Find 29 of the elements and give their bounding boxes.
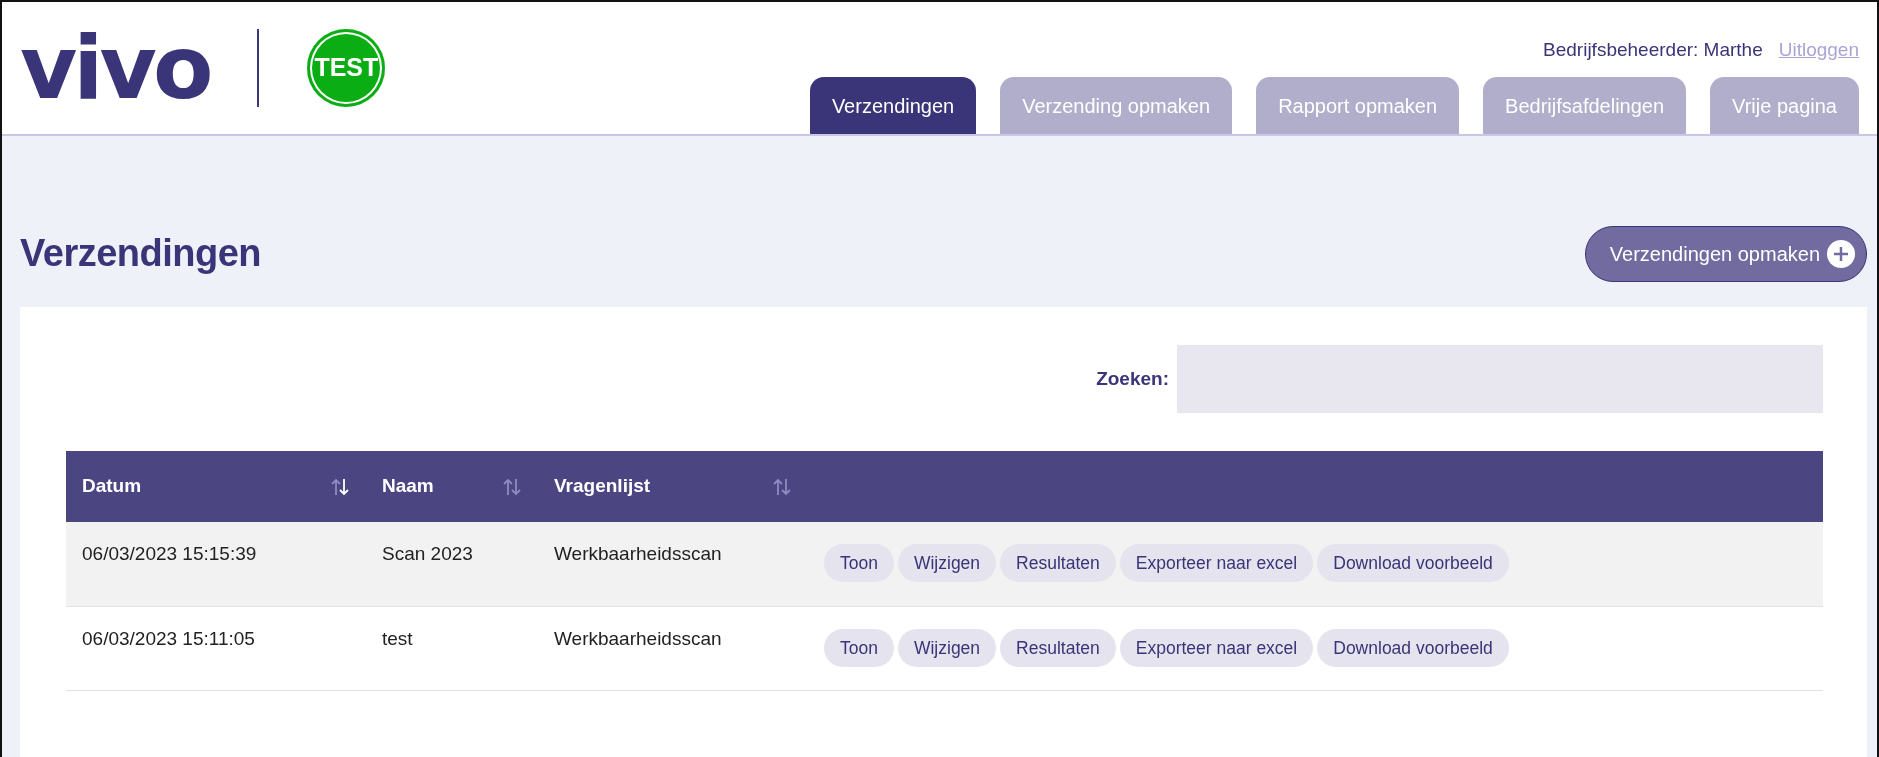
nav-tab[interactable]: Verzendingen (809, 77, 977, 134)
row-action-button[interactable]: Download voorbeeld (1317, 544, 1509, 583)
create-button[interactable]: Verzendingen opmaken (1584, 226, 1867, 282)
row-action-button[interactable]: Toon (824, 544, 894, 583)
search-field[interactable] (1177, 345, 1823, 413)
sort-icon[interactable] (330, 476, 350, 497)
search-label: Zoeken: (1096, 366, 1169, 391)
row-action-button[interactable]: Exporteer naar excel (1119, 544, 1314, 583)
table-cell: Scan 2023 (366, 522, 538, 606)
table-cell: 06/03/2023 15:11:05 (66, 606, 366, 690)
row-action-button[interactable]: Toon (824, 628, 894, 667)
table-cell: Werkbaarheidsscan (538, 522, 808, 606)
row-action-button[interactable]: Exporteer naar excel (1119, 628, 1314, 667)
row-action-button[interactable]: Wijzigen (897, 628, 997, 667)
column-header[interactable]: Naam (382, 472, 434, 501)
logo: vivo (20, 24, 210, 112)
table-cell: 06/03/2023 15:15:39 (66, 522, 366, 606)
column-header[interactable]: Datum (82, 472, 142, 501)
plus-icon (1826, 239, 1856, 269)
row-action-button[interactable]: Download voorbeeld (1317, 628, 1509, 667)
user-label: Bedrijfsbeheerder: Marthe (1543, 38, 1763, 62)
table-cell: test (366, 606, 538, 690)
row-action-button[interactable]: Wijzigen (897, 544, 997, 583)
row-action-button[interactable]: Resultaten (1000, 544, 1116, 583)
table-cell: Werkbaarheidsscan (538, 606, 808, 690)
page-title: Verzendingen (20, 231, 262, 277)
row-action-button[interactable]: Resultaten (1000, 628, 1116, 667)
column-header[interactable]: Vragenlijst (554, 472, 651, 501)
test-badge: TEST (307, 29, 386, 107)
